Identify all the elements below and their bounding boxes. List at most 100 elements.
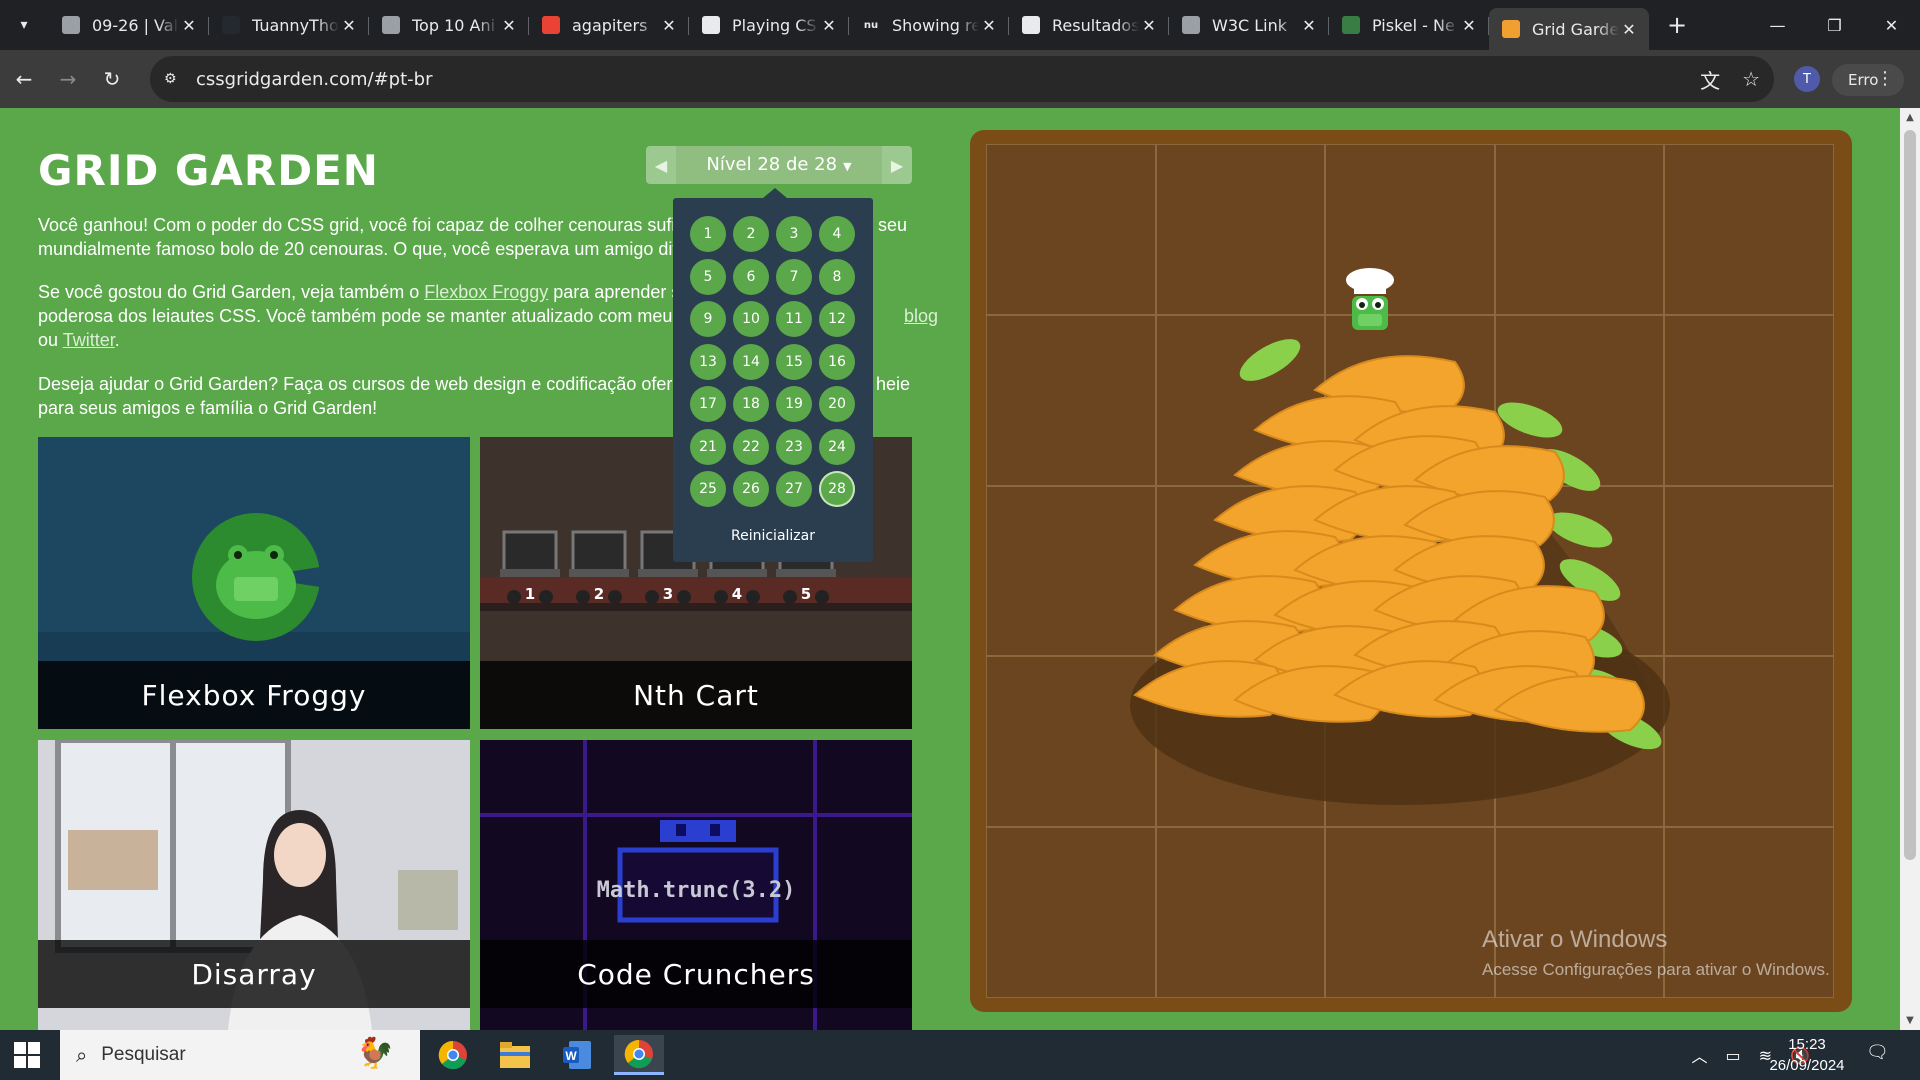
level-button[interactable]: 7 <box>776 258 812 295</box>
level-button[interactable]: 8 <box>819 258 855 295</box>
site-info-icon[interactable]: ⚙ <box>164 71 190 87</box>
browser-tab[interactable]: 09-26 | Val ✕ <box>49 7 209 43</box>
level-button[interactable]: 5 <box>690 258 726 295</box>
browser-tab[interactable]: Piskel - Ne ✕ <box>1329 7 1489 43</box>
level-button[interactable]: 21 <box>690 428 726 465</box>
level-button[interactable]: 24 <box>819 428 855 465</box>
tab-search-chevron-icon[interactable]: ▾ <box>7 8 41 42</box>
scroll-up-icon[interactable]: ▲ <box>1900 112 1920 123</box>
tab-close-icon[interactable]: ✕ <box>499 16 519 35</box>
url-text[interactable]: cssgridgarden.com/#pt-br <box>196 69 432 90</box>
level-button[interactable]: 3 <box>776 216 812 252</box>
profile-avatar[interactable]: T <box>1794 66 1820 92</box>
browser-tab[interactable]: Resultados ✕ <box>1009 7 1169 43</box>
browser-tab[interactable]: Top 10 Ani ✕ <box>369 7 529 43</box>
tab-favicon-icon <box>702 16 720 34</box>
error-button[interactable]: Erro ⋮ <box>1832 64 1904 96</box>
search-highlight-bird-icon: 🐓 <box>356 1036 394 1071</box>
level-button[interactable]: 12 <box>819 301 855 337</box>
tab-close-icon[interactable]: ✕ <box>1139 16 1159 35</box>
reset-button[interactable]: Reinicializar <box>673 528 873 544</box>
level-button[interactable]: 15 <box>776 343 812 380</box>
twitter-link[interactable]: Twitter <box>63 330 115 350</box>
tab-close-icon[interactable]: ✕ <box>339 16 359 35</box>
cart: 1 <box>500 530 560 604</box>
chrome-taskbar-icon[interactable] <box>428 1035 478 1075</box>
windows-activation-subtitle: Acesse Configurações para ativar o Windo… <box>1482 960 1830 979</box>
tab-close-icon[interactable]: ✕ <box>819 16 839 35</box>
notification-icon[interactable]: 🗨 <box>1866 1042 1892 1068</box>
taskbar-clock[interactable]: 15:23 26/09/2024 <box>1762 1034 1852 1076</box>
minimize-icon[interactable]: — <box>1749 0 1806 50</box>
chrome-profile-taskbar-icon[interactable] <box>614 1035 664 1075</box>
address-bar[interactable]: ⚙ cssgridgarden.com/#pt-br 文 ☆ <box>150 56 1774 102</box>
tab-favicon-icon <box>542 16 560 34</box>
taskbar-search[interactable]: ⌕ Pesquisar 🐓 <box>60 1030 420 1080</box>
tab-close-icon[interactable]: ✕ <box>1459 16 1479 35</box>
level-button[interactable]: 25 <box>690 471 726 507</box>
level-button[interactable]: 10 <box>733 301 769 337</box>
new-tab-button[interactable]: + <box>1659 7 1695 43</box>
browser-tab[interactable]: W3C Link ✕ <box>1169 7 1329 43</box>
tab-close-icon[interactable]: ✕ <box>1299 16 1319 35</box>
back-arrow-icon[interactable]: ← <box>4 59 44 99</box>
translate-icon[interactable]: 文 <box>1700 65 1720 94</box>
level-button[interactable]: 19 <box>776 386 812 422</box>
tab-close-icon[interactable]: ✕ <box>659 16 679 35</box>
code-crunchers-card[interactable]: Code Crunchers Math.trunc(3.2) <box>480 740 912 1030</box>
level-button[interactable]: 23 <box>776 428 812 465</box>
window-controls: — ❐ ✕ <box>1749 0 1920 50</box>
level-button[interactable]: 16 <box>819 343 855 380</box>
scrollbar-thumb[interactable] <box>1904 130 1916 860</box>
level-button[interactable]: 17 <box>690 386 726 422</box>
flexbox-froggy-card[interactable]: Flexbox Froggy <box>38 437 470 729</box>
bookmark-star-icon[interactable]: ☆ <box>1742 67 1760 91</box>
cart-number: 3 <box>663 585 673 603</box>
help-text-line2: para seus amigos e família o Grid Garden… <box>38 398 378 418</box>
word-icon[interactable]: W <box>552 1035 602 1075</box>
chevron-up-icon[interactable]: ︿ <box>1692 1043 1708 1067</box>
level-button[interactable]: 22 <box>733 428 769 465</box>
card-title: Nth Cart <box>480 661 912 729</box>
level-button[interactable]: 27 <box>776 471 812 507</box>
level-button[interactable]: 13 <box>690 343 726 380</box>
flexbox-froggy-link[interactable]: Flexbox Froggy <box>424 282 548 302</box>
more-menu-icon[interactable]: ⋮ <box>1876 68 1894 89</box>
next-level-arrow-icon[interactable]: ▶ <box>882 146 912 184</box>
scroll-down-icon[interactable]: ▼ <box>1900 1015 1920 1026</box>
browser-tab[interactable]: nu Showing re ✕ <box>849 7 1009 43</box>
page-scrollbar[interactable]: ▲ ▼ <box>1900 108 1920 1030</box>
battery-icon[interactable]: ▭ <box>1726 1046 1741 1065</box>
tab-close-icon[interactable]: ✕ <box>1619 20 1639 39</box>
browser-tab[interactable]: agapiters ✕ <box>529 7 689 43</box>
level-button[interactable]: 20 <box>819 386 855 422</box>
restore-icon[interactable]: ❐ <box>1806 0 1863 50</box>
tab-close-icon[interactable]: ✕ <box>179 16 199 35</box>
level-button[interactable]: 11 <box>776 301 812 337</box>
level-button[interactable]: 1 <box>690 216 726 252</box>
level-button[interactable]: 28 <box>819 471 855 507</box>
level-button[interactable]: 18 <box>733 386 769 422</box>
level-indicator[interactable]: Nível 28 de 28 ▼ <box>676 146 882 184</box>
reload-icon[interactable]: ↻ <box>92 59 132 99</box>
browser-tab[interactable]: TuannyTho ✕ <box>209 7 369 43</box>
previous-level-arrow-icon[interactable]: ◀ <box>646 146 676 184</box>
code-snippet: Math.trunc(3.2) <box>596 878 796 903</box>
forward-arrow-icon[interactable]: → <box>48 59 88 99</box>
level-button[interactable]: 14 <box>733 343 769 380</box>
windows-start-icon[interactable] <box>14 1042 40 1068</box>
browser-tab[interactable]: Grid Garde ✕ <box>1489 8 1649 50</box>
level-button[interactable]: 26 <box>733 471 769 507</box>
level-button[interactable]: 9 <box>690 301 726 337</box>
close-window-icon[interactable]: ✕ <box>1863 0 1920 50</box>
level-button[interactable]: 4 <box>819 216 855 252</box>
tab-close-icon[interactable]: ✕ <box>979 16 999 35</box>
level-button[interactable]: 6 <box>733 258 769 295</box>
blog-link[interactable]: blog <box>904 304 938 328</box>
tab-title: Piskel - Ne <box>1372 15 1455 35</box>
file-explorer-icon[interactable] <box>490 1035 540 1075</box>
level-button[interactable]: 2 <box>733 216 769 252</box>
browser-tab[interactable]: Playing CS ✕ <box>689 7 849 43</box>
disarray-card[interactable]: Disarray <box>38 740 470 1030</box>
card-title: Disarray <box>38 940 470 1008</box>
